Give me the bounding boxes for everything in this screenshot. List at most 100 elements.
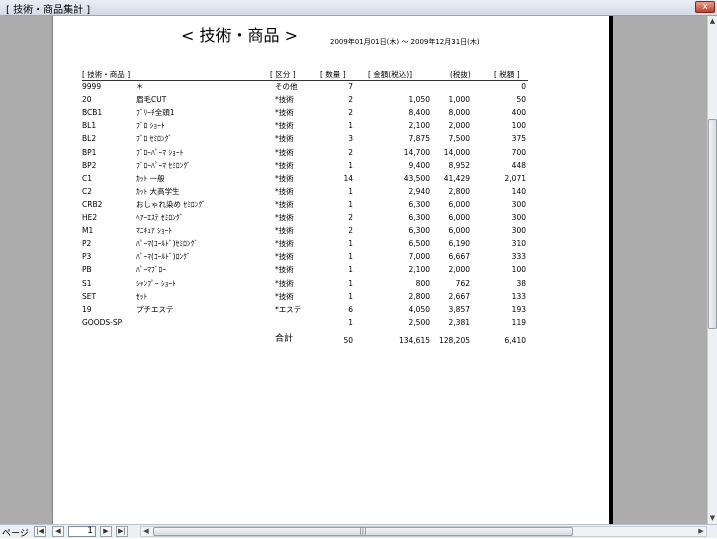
cell-qty: 1	[348, 265, 353, 275]
cell-qty: 6	[348, 304, 353, 314]
cell-incl: 6,300	[408, 199, 430, 209]
cell-code: S1	[82, 278, 92, 288]
cell-category: *技術	[275, 265, 294, 275]
cell-name: ﾌﾞﾛ ｾﾐﾛﾝｸﾞ	[136, 134, 173, 144]
cell-qty: 2	[348, 213, 353, 222]
cell-code: BL2	[82, 134, 97, 144]
cell-qty: 1	[348, 317, 353, 327]
cell-name: ﾌﾞﾛ ｼｮｰﾄ	[136, 121, 165, 131]
cell-name: ｼｬﾝﾌﾟｰ ｼｮｰﾄ	[136, 278, 176, 288]
cell-tax: 193	[511, 304, 526, 314]
cell-name: 眉毛CUT	[136, 95, 167, 105]
cell-incl: 800	[415, 278, 430, 288]
cell-qty: 7	[348, 82, 353, 91]
cell-incl: 6,500	[408, 239, 430, 249]
horizontal-scrollbar[interactable]: ◀ ||| ▶	[140, 526, 707, 537]
cell-incl: 1,050	[408, 95, 430, 105]
cell-qty: 1	[348, 239, 353, 249]
cell-qty: 1	[348, 291, 353, 301]
cell-category: *技術	[275, 147, 294, 157]
cell-qty: 3	[348, 134, 353, 144]
cell-excl: 6,000	[448, 226, 470, 236]
page-edge	[609, 16, 613, 524]
cell-qty: 2	[348, 108, 353, 118]
cell-code: P3	[82, 252, 92, 262]
cell-qty: 1	[348, 186, 353, 196]
cell-name: ｾｯﾄ	[136, 291, 148, 301]
cell-code: BP1	[82, 147, 97, 157]
cell-tax: 38	[516, 278, 526, 288]
cell-excl: 41,429	[443, 173, 470, 183]
cell-name: ﾌﾞﾘｰﾁ全頭1	[136, 108, 175, 118]
cell-category: *技術	[275, 160, 294, 170]
last-page-icon[interactable]: ▶|	[116, 526, 128, 537]
cell-excl: 14,000	[443, 147, 470, 157]
cell-excl: 8,952	[448, 160, 470, 170]
total-excl: 128,205	[438, 335, 470, 345]
cell-tax: 700	[511, 147, 526, 157]
report-period: 2009年01月01日(木) ～ 2009年12月31日(木)	[330, 38, 480, 46]
prev-page-icon[interactable]: ◀	[52, 526, 64, 537]
cell-category: *技術	[275, 186, 294, 196]
scroll-right-icon[interactable]: ▶	[696, 527, 706, 536]
scroll-left-icon[interactable]: ◀	[141, 527, 151, 536]
cell-tax: 100	[511, 121, 526, 131]
cell-tax: 300	[511, 213, 526, 222]
cell-code: SET	[82, 291, 97, 301]
page-label: ページ	[2, 529, 29, 539]
horizontal-scroll-thumb[interactable]: |||	[153, 527, 573, 536]
cell-incl: 2,940	[408, 186, 430, 196]
header-tax: [ 税額 ]	[494, 70, 520, 79]
cell-tax: 300	[511, 226, 526, 236]
cell-tax: 375	[511, 134, 526, 144]
cell-incl: 8,400	[408, 108, 430, 118]
cell-category: *技術	[275, 278, 294, 288]
vertical-scrollbar[interactable]: ▲ ▼	[707, 16, 717, 524]
close-button[interactable]: x	[695, 1, 715, 13]
scroll-down-icon[interactable]: ▼	[708, 513, 717, 523]
cell-tax: 140	[511, 186, 526, 196]
cell-tax: 133	[511, 291, 526, 301]
cell-code: C2	[82, 186, 93, 196]
scroll-up-icon[interactable]: ▲	[708, 16, 717, 26]
cell-excl: 6,000	[448, 199, 470, 209]
cell-code: BP2	[82, 160, 97, 170]
cell-incl: 7,000	[408, 252, 430, 262]
cell-code: C1	[82, 173, 93, 183]
cell-excl: 6,190	[448, 239, 470, 249]
cell-incl: 2,100	[408, 121, 430, 131]
cell-code: BL1	[82, 121, 97, 131]
header-qty: [ 数量 ]	[320, 70, 346, 79]
cell-qty: 1	[348, 252, 353, 262]
first-page-icon[interactable]: |◀	[34, 526, 46, 537]
next-page-icon[interactable]: ▶	[100, 526, 112, 537]
status-bar: ページ |◀ ◀ 1 ▶ ▶| ◀ ||| ▶	[0, 524, 717, 539]
cell-category: *技術	[275, 173, 294, 183]
report-title: < 技術・商品 >	[181, 26, 298, 45]
cell-tax: 400	[511, 108, 526, 118]
cell-excl: 762	[455, 278, 470, 288]
cell-qty: 14	[343, 173, 353, 183]
cell-name: ﾌﾞﾛｰﾊﾟｰﾏ ｼｮｰﾄ	[136, 147, 184, 157]
cell-code: PB	[82, 265, 92, 275]
cell-name: ﾌﾞﾛｰﾊﾟｰﾏ ｾﾐﾛﾝｸﾞ	[136, 160, 191, 170]
cell-tax: 2,071	[504, 173, 526, 183]
cell-incl: 7,875	[408, 134, 430, 144]
cell-name: ＊	[136, 82, 144, 91]
cell-code: M1	[82, 226, 94, 236]
total-tax: 6,410	[504, 335, 526, 345]
cell-code: 9999	[82, 82, 102, 91]
cell-tax: 448	[511, 160, 526, 170]
page-number-input[interactable]: 1	[68, 526, 96, 537]
cell-name: ﾏﾆｷｭｱ ｼｮｰﾄ	[136, 226, 173, 236]
cell-excl: 2,000	[448, 121, 470, 131]
vertical-scroll-thumb[interactable]	[708, 119, 717, 329]
cell-excl: 2,800	[448, 186, 470, 196]
cell-tax: 119	[511, 317, 526, 327]
cell-name: ｶｯﾄ 大高学生	[136, 186, 180, 196]
cell-code: 20	[82, 95, 92, 105]
cell-tax: 333	[511, 252, 526, 262]
title-bar: [ 技術・商品集計 ] x	[0, 0, 717, 16]
cell-name: おしゃれ染め ｾﾐﾛﾝｸﾞ	[136, 199, 206, 209]
cell-qty: 2	[348, 226, 353, 236]
